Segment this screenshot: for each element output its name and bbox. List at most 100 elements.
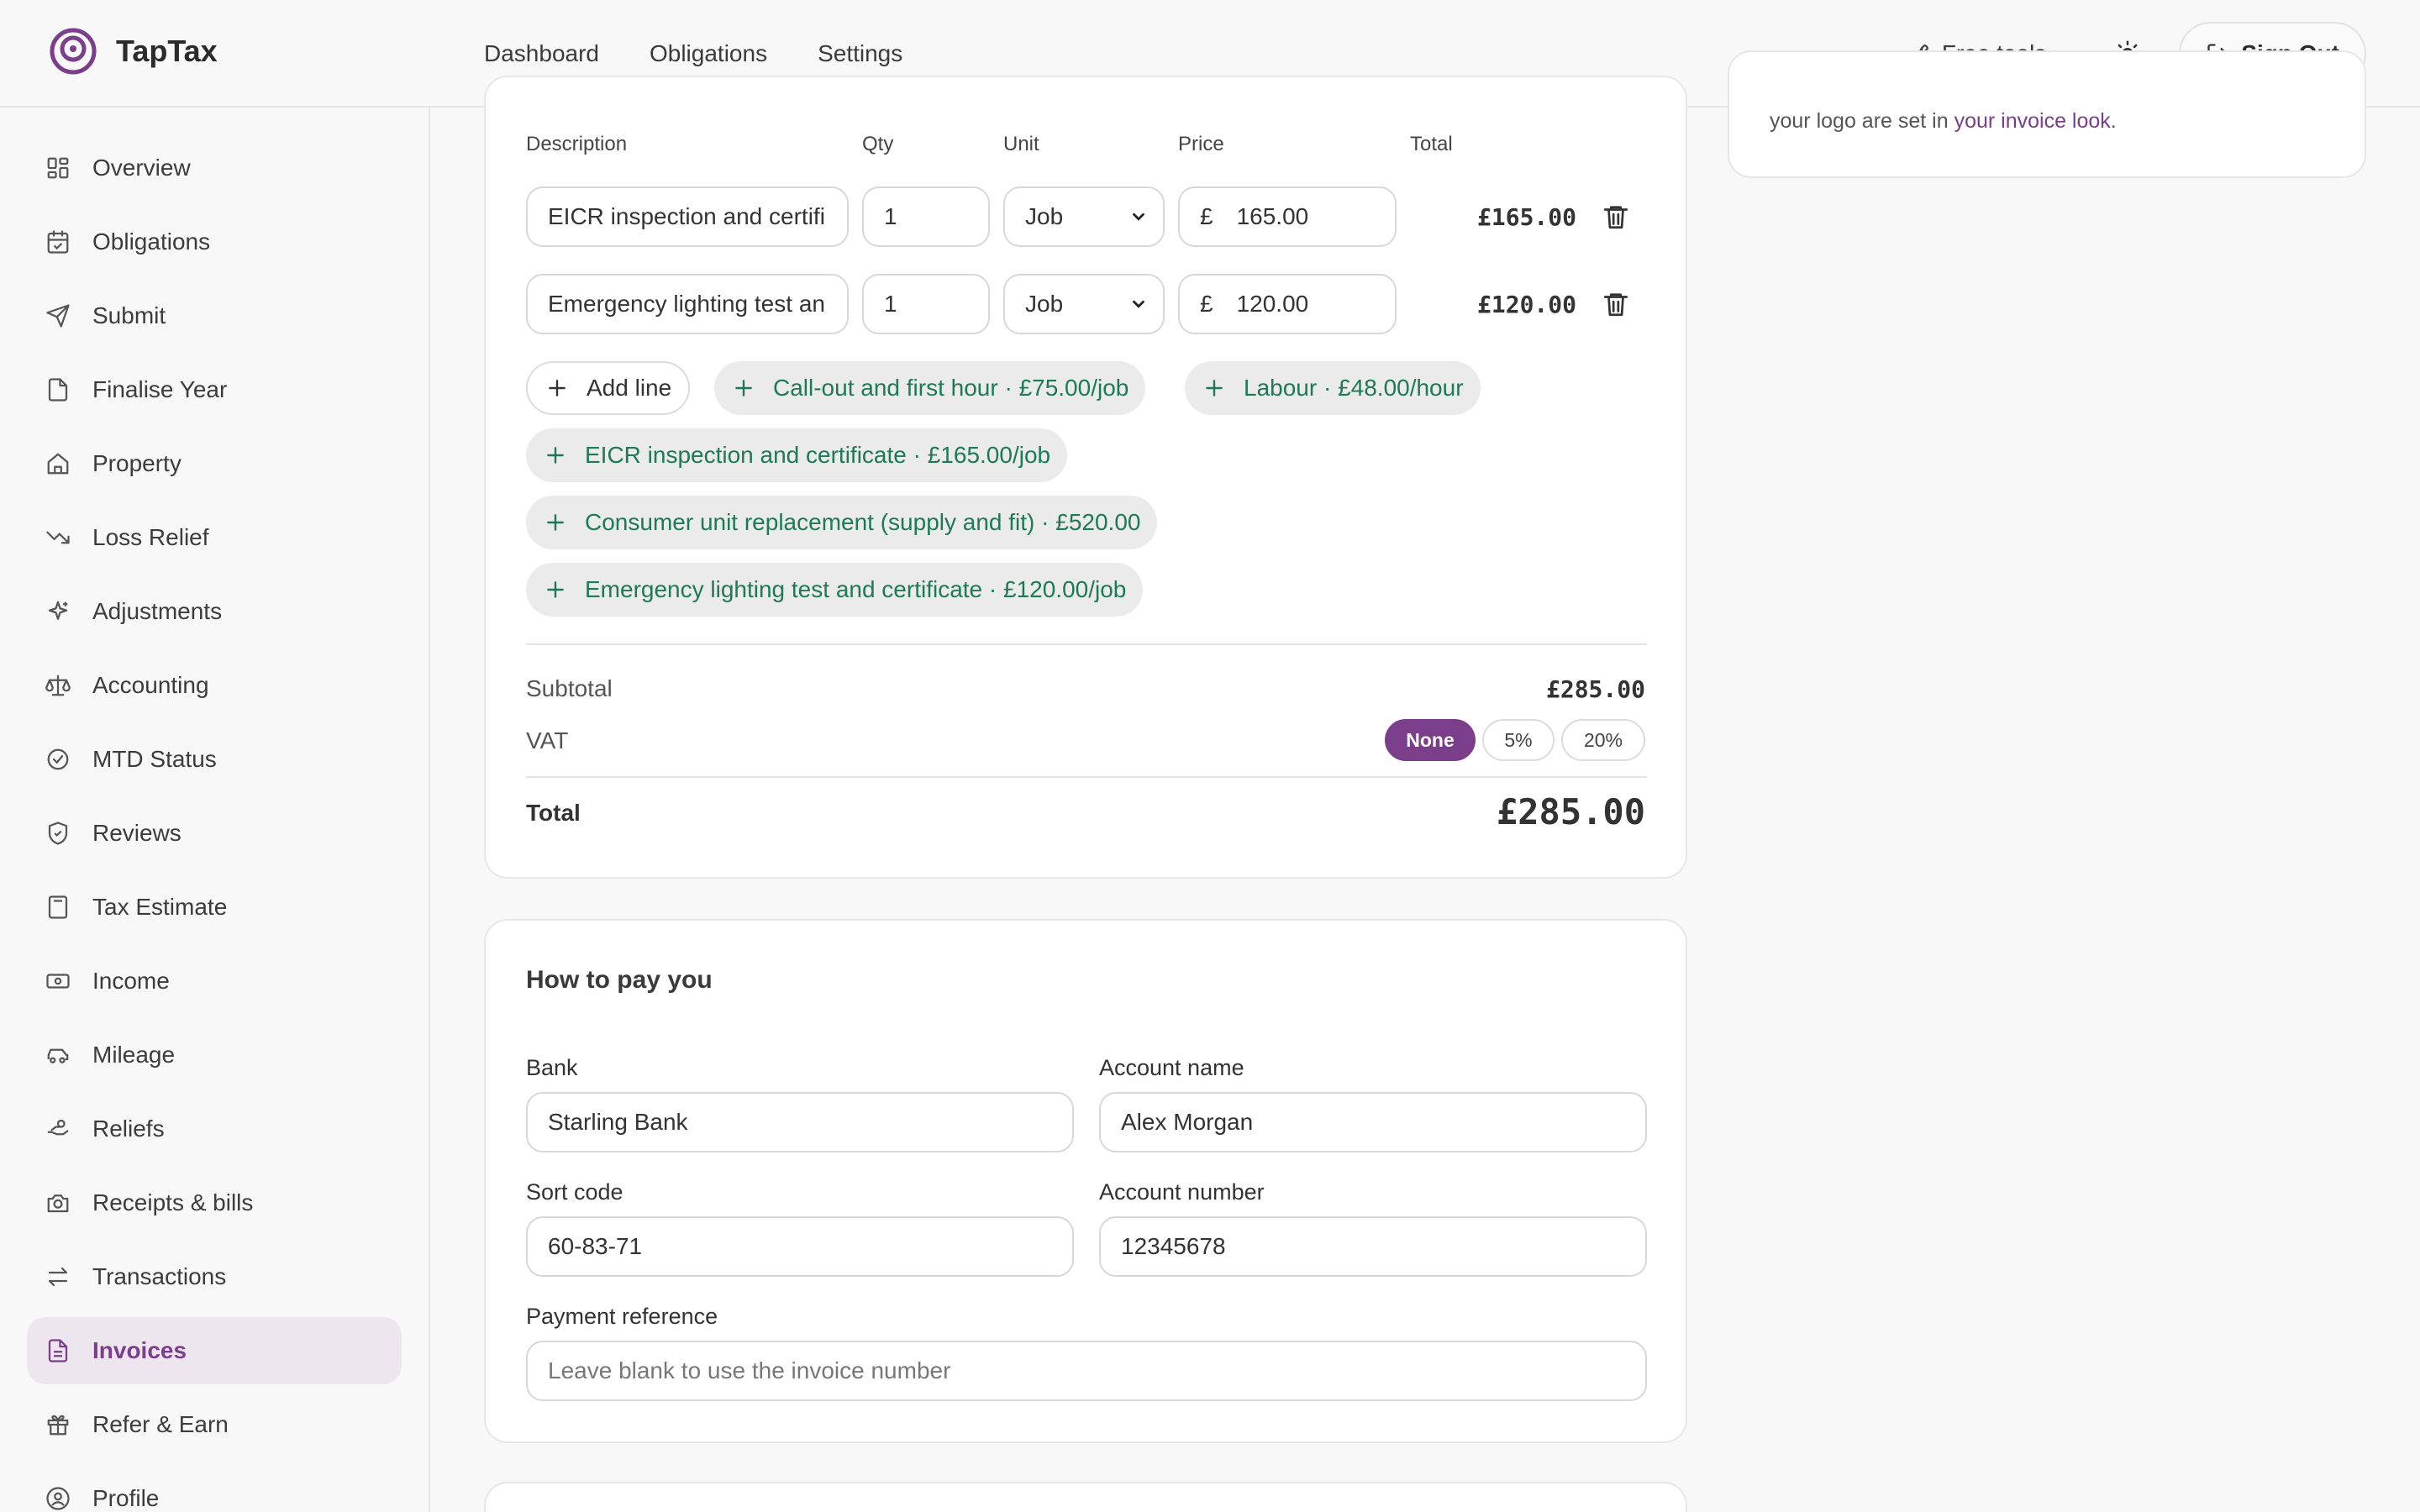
total-value: £285.00: [1496, 791, 1645, 832]
brand[interactable]: TapTax: [49, 27, 218, 76]
sidebar-item-accounting[interactable]: Accounting: [27, 652, 402, 719]
sort-code-label: Sort code: [526, 1179, 623, 1205]
sidebar-item-label: Tax Estimate: [92, 894, 228, 920]
invoice-look-note-card: your logo are set in your invoice look.: [1728, 50, 2366, 178]
preset-call-out-button[interactable]: Call-out and first hour · £75.00/job: [714, 361, 1146, 415]
sidebar-item-overview[interactable]: Overview: [27, 134, 402, 202]
account-number-label: Account number: [1099, 1179, 1265, 1205]
grid-icon: [47, 157, 69, 179]
sidebar-item-label: MTD Status: [92, 746, 217, 772]
sidebar-item-tax-estimate[interactable]: Tax Estimate: [27, 874, 402, 941]
sidebar-item-property[interactable]: Property: [27, 430, 402, 497]
invoice-look-note: your logo are set in your invoice look.: [1770, 109, 2117, 134]
payment-reference-label: Payment reference: [526, 1304, 718, 1329]
sidebar-item-label: Finalise Year: [92, 376, 228, 402]
account-name-input[interactable]: Alex Morgan: [1099, 1092, 1647, 1152]
hand-coins-icon: [47, 1119, 69, 1136]
line-items-card: Description Qty Unit Price Total EICR in…: [484, 76, 1687, 879]
vat-20-button[interactable]: 20%: [1561, 719, 1645, 761]
vat-none-button[interactable]: None: [1385, 719, 1476, 761]
invoice-look-link[interactable]: your invoice look: [1954, 109, 2111, 133]
shield-check-icon: [48, 822, 68, 845]
sidebar-item-label: Reliefs: [92, 1116, 165, 1142]
sidebar-item-reviews[interactable]: Reviews: [27, 800, 402, 867]
sidebar-item-adjustments[interactable]: Adjustments: [27, 578, 402, 645]
plus-icon: [1206, 380, 1223, 396]
payment-details-card: How to pay you Bank Starling Bank Accoun…: [484, 919, 1687, 1443]
bank-input[interactable]: Starling Bank: [526, 1092, 1074, 1152]
vat-5-button[interactable]: 5%: [1482, 719, 1555, 761]
preset-label: Consumer unit replacement (supply and fi…: [585, 509, 1141, 535]
trash-icon[interactable]: [1602, 289, 1630, 319]
sort-code-input[interactable]: 60-83-71: [526, 1216, 1074, 1277]
plus-icon: [547, 581, 564, 598]
car-icon: [47, 1048, 69, 1063]
topnav-dashboard[interactable]: Dashboard: [484, 40, 599, 67]
subtotal-value: £285.00: [1545, 675, 1645, 703]
send-icon: [46, 304, 70, 328]
trash-icon[interactable]: [1602, 202, 1630, 232]
divider: [526, 776, 1647, 778]
preset-emergency-lighting-button[interactable]: Emergency lighting test and certificate …: [526, 563, 1144, 617]
payment-reference-input[interactable]: Leave blank to use the invoice number: [526, 1341, 1647, 1401]
preset-eicr-button[interactable]: EICR inspection and certificate · £165.0…: [526, 428, 1068, 482]
column-header-description: Description: [526, 133, 628, 155]
add-line-button[interactable]: Add line: [526, 361, 691, 415]
column-header-price: Price: [1178, 133, 1224, 155]
sidebar-item-profile[interactable]: Profile: [27, 1465, 402, 1512]
sidebar-item-mtd-status[interactable]: MTD Status: [27, 726, 402, 793]
unit-select[interactable]: Job: [1003, 274, 1165, 334]
price-input[interactable]: £ 165.00: [1178, 186, 1397, 247]
description-input[interactable]: Emergency lighting test an: [526, 274, 849, 334]
sparkle-icon: [48, 601, 68, 620]
sidebar-item-refer-earn[interactable]: Refer & Earn: [27, 1391, 402, 1458]
brand-name: TapTax: [116, 34, 218, 68]
topnav-obligations[interactable]: Obligations: [650, 40, 767, 67]
banknote-icon: [46, 974, 70, 989]
column-header-unit: Unit: [1003, 133, 1039, 155]
topnav-settings[interactable]: Settings: [818, 40, 902, 67]
sidebar-item-submit[interactable]: Submit: [27, 282, 402, 349]
payment-section-title: How to pay you: [526, 966, 713, 994]
file-check-icon: [48, 378, 68, 402]
sidebar-item-transactions[interactable]: Transactions: [27, 1243, 402, 1310]
sidebar-item-reliefs[interactable]: Reliefs: [27, 1095, 402, 1163]
sidebar-item-mileage[interactable]: Mileage: [27, 1021, 402, 1089]
sidebar-item-obligations[interactable]: Obligations: [27, 208, 402, 276]
price-value: 120.00: [1236, 291, 1309, 317]
sidebar-item-label: Invoices: [92, 1337, 187, 1363]
sidebar-item-loss-relief[interactable]: Loss Relief: [27, 504, 402, 571]
taptax-logo-icon: [50, 28, 97, 75]
price-input[interactable]: £ 120.00: [1178, 274, 1397, 334]
sidebar-item-label: Property: [92, 450, 182, 476]
column-header-qty: Qty: [862, 133, 894, 155]
arrows-swap-icon: [48, 1267, 68, 1287]
sidebar-item-label: Adjustments: [92, 598, 223, 624]
unit-select-value: Job: [1025, 291, 1064, 317]
qty-input[interactable]: 1: [862, 274, 990, 334]
sidebar-item-finalise-year[interactable]: Finalise Year: [27, 356, 402, 423]
plus-icon: [549, 380, 566, 396]
sidebar-item-income[interactable]: Income: [27, 948, 402, 1015]
preset-label: EICR inspection and certificate · £165.0…: [585, 442, 1051, 468]
sidebar: Overview Obligations Submit Finalise Yea…: [0, 108, 430, 1512]
sidebar-item-label: Profile: [92, 1485, 160, 1511]
sidebar-item-label: Mileage: [92, 1042, 176, 1068]
preset-consumer-unit-button[interactable]: Consumer unit replacement (supply and fi…: [526, 496, 1158, 549]
sidebar-item-invoices[interactable]: Invoices: [27, 1317, 402, 1384]
sidebar-item-label: Receipts & bills: [92, 1189, 254, 1215]
divider: [526, 643, 1647, 645]
sidebar-item-receipts-bills[interactable]: Receipts & bills: [27, 1169, 402, 1236]
note-text: your logo are set in: [1770, 109, 1954, 133]
account-name-label: Account name: [1099, 1055, 1244, 1080]
plus-icon: [547, 447, 564, 464]
description-input[interactable]: EICR inspection and certifi: [526, 186, 849, 247]
sidebar-item-label: Refer & Earn: [92, 1411, 229, 1437]
total-label: Total: [526, 800, 581, 826]
unit-select[interactable]: Job: [1003, 186, 1165, 247]
qty-input[interactable]: 1: [862, 186, 990, 247]
chevron-down-icon: [1133, 300, 1144, 308]
account-number-input[interactable]: 12345678: [1099, 1216, 1647, 1277]
preset-label: Labour · £48.00/hour: [1244, 375, 1464, 401]
preset-labour-button[interactable]: Labour · £48.00/hour: [1185, 361, 1481, 415]
